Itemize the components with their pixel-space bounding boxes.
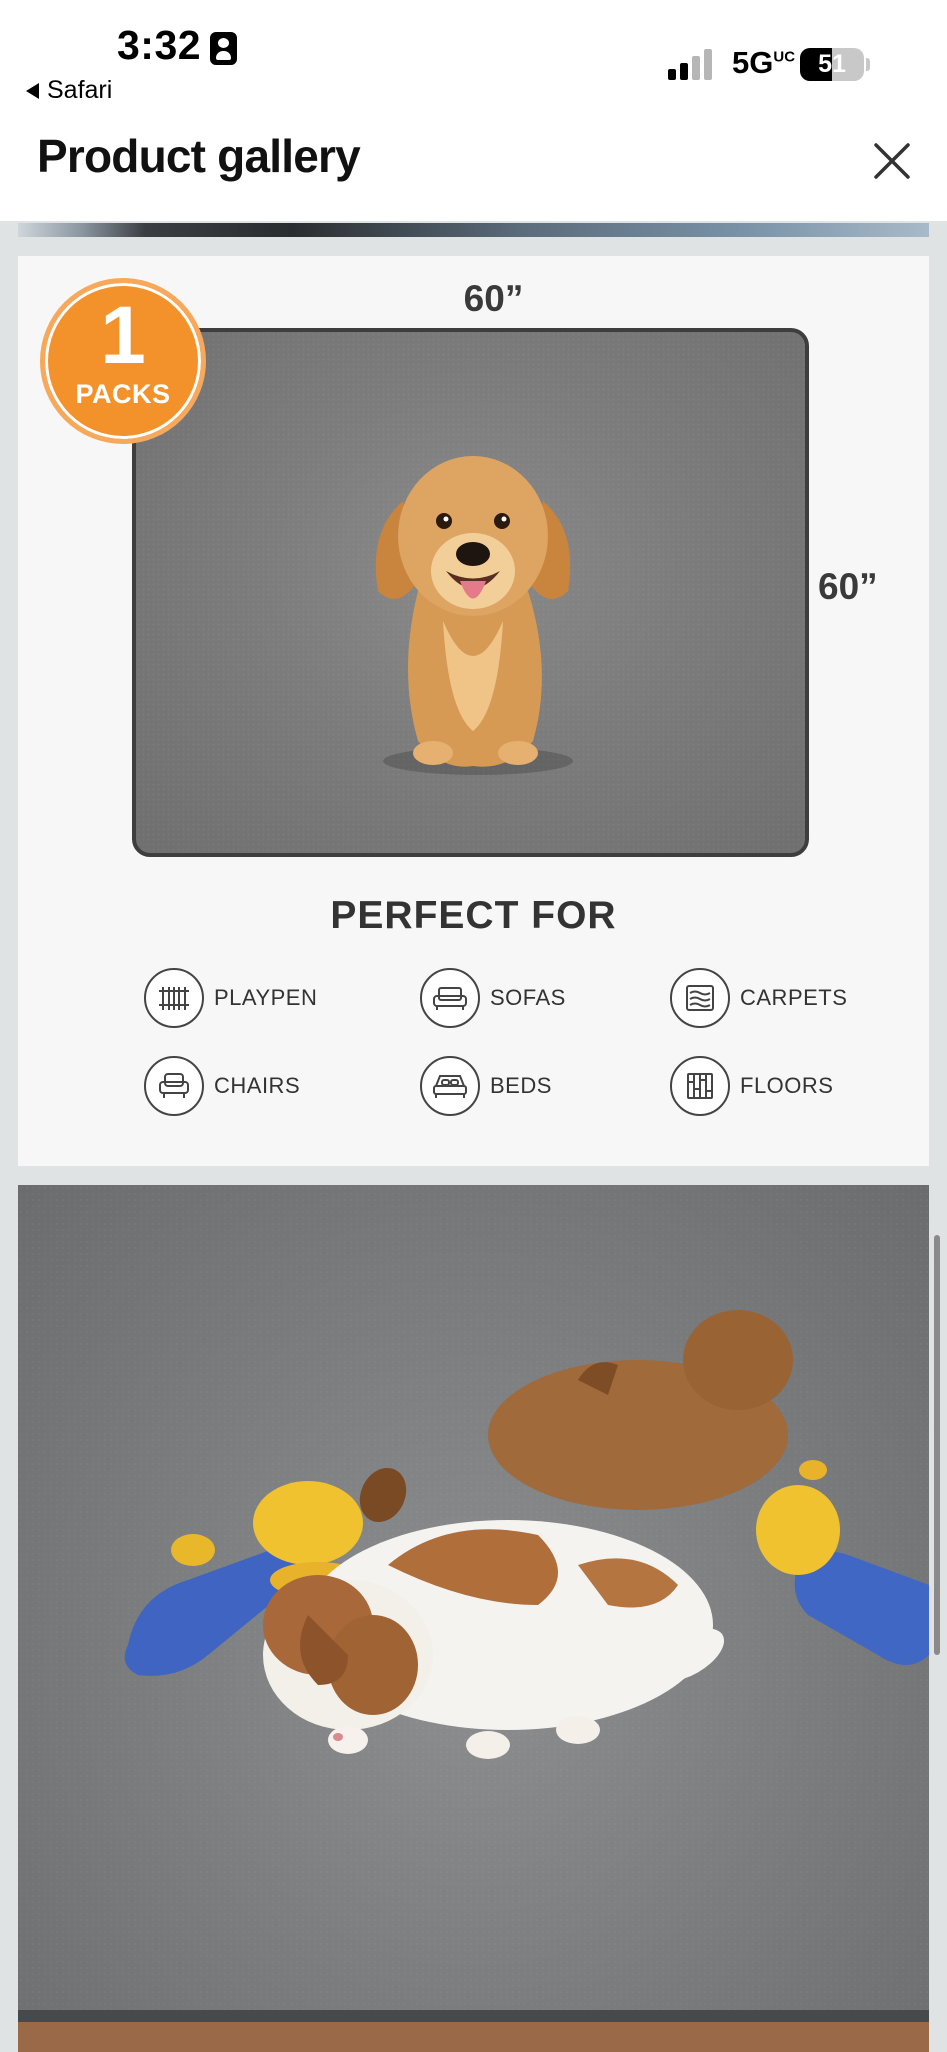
page-title: Product gallery xyxy=(37,130,361,182)
previous-gallery-image[interactable] xyxy=(18,223,929,237)
badge-label: PACKS xyxy=(75,379,171,409)
bed-icon xyxy=(420,1056,480,1116)
back-app-label: Safari xyxy=(47,76,113,104)
carpet-icon xyxy=(670,968,730,1028)
floor-icon xyxy=(670,1056,730,1116)
badge-number: 1 xyxy=(100,290,146,381)
use-item-floors: FLOORS xyxy=(670,1056,833,1116)
pack-count-badge: 1 PACKS xyxy=(40,278,206,444)
height-dimension-label: 60” xyxy=(818,566,878,607)
back-to-safari-link[interactable]: Safari xyxy=(26,76,112,105)
status-bar: 3:32 Safari 5GUC 51 xyxy=(0,0,947,115)
cellular-signal-icon xyxy=(668,48,712,80)
use-item-beds: BEDS xyxy=(420,1056,552,1116)
use-item-sofas: SOFAS xyxy=(420,968,566,1028)
battery-tip xyxy=(866,58,870,71)
sleeping-puppies-image xyxy=(18,1310,929,2052)
golden-retriever-image xyxy=(375,456,573,775)
gallery-image-size-chart[interactable]: 60” 60” 1 PACKS PERFECT FOR PLAYPEN SOFA… xyxy=(18,256,929,1166)
gallery-header: Product gallery xyxy=(0,115,947,222)
gallery-image-puppies[interactable] xyxy=(18,1185,929,2052)
contact-card-icon xyxy=(210,32,237,65)
network-type: 5GUC xyxy=(732,45,796,80)
back-arrow-icon xyxy=(26,82,39,99)
close-icon[interactable] xyxy=(866,135,918,187)
sofa-icon xyxy=(420,968,480,1028)
chair-icon xyxy=(144,1056,204,1116)
playpen-icon xyxy=(144,968,204,1028)
use-item-carpets: CARPETS xyxy=(670,968,847,1028)
use-cases-grid: PLAYPEN SOFAS CARPETS CHAIRS BEDS FLOORS xyxy=(126,968,847,1138)
scrollbar[interactable] xyxy=(934,1235,940,1655)
battery-percent: 51 xyxy=(818,50,846,78)
product-gallery-screen: 3:32 Safari 5GUC 51 Product gallery 60” xyxy=(0,0,947,2052)
use-item-playpen: PLAYPEN xyxy=(144,968,317,1028)
battery-icon: 51 xyxy=(800,48,864,81)
perfect-for-heading: PERFECT FOR xyxy=(330,894,617,937)
clock-time: 3:32 xyxy=(117,22,202,68)
use-item-chairs: CHAIRS xyxy=(144,1056,300,1116)
